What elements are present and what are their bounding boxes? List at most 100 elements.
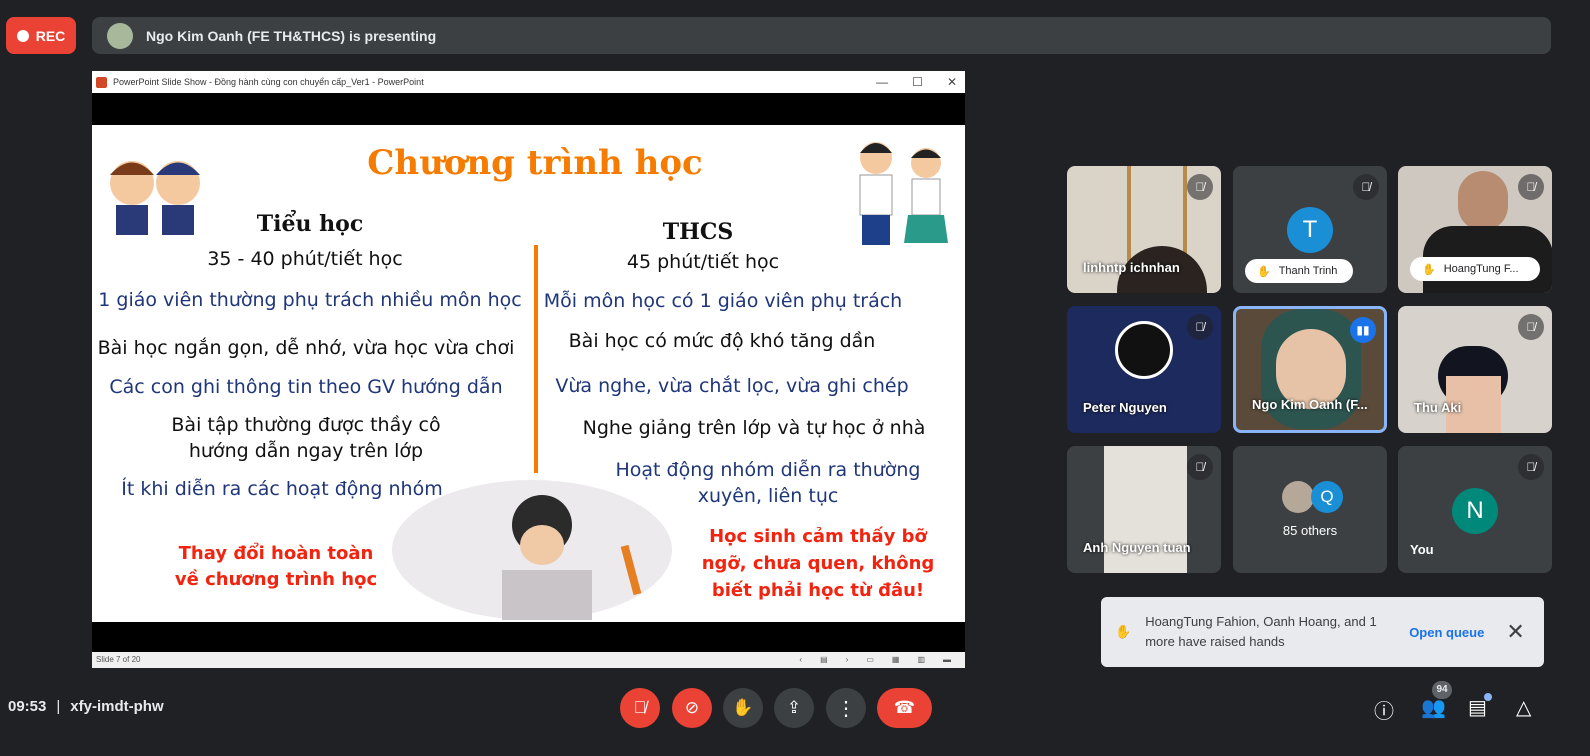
- presentation-window: PowerPoint Slide Show - Đồng hành cùng c…: [92, 71, 965, 668]
- hand-icon: ✋: [1422, 263, 1436, 276]
- sorter-view-icon[interactable]: ▦: [892, 655, 900, 665]
- people-count-badge: 94: [1432, 681, 1452, 699]
- raise-hand-button[interactable]: ✋: [723, 688, 763, 728]
- leave-call-button[interactable]: ☎: [877, 688, 932, 728]
- close-icon[interactable]: ✕: [1506, 619, 1524, 645]
- obs-logo: [1115, 321, 1173, 379]
- window-title: PowerPoint Slide Show - Đồng hành cùng c…: [113, 77, 424, 87]
- slide-menu-icon[interactable]: ▤: [820, 655, 828, 665]
- slide: Chương trình học Tiểu học 35 - 40 phút/t…: [92, 125, 965, 622]
- mic-off-button[interactable]: 🎙̸: [620, 688, 660, 728]
- notification-message: HoangTung Fahion, Oanh Hoang, and 1 more…: [1145, 614, 1377, 649]
- left-item: Các con ghi thông tin theo GV hướng dẫn: [109, 376, 503, 398]
- participant-tile[interactable]: 🎙̸ Thu Aki: [1398, 306, 1552, 433]
- participant-tile[interactable]: 🎙̸ linhntp ichnhan: [1067, 166, 1221, 293]
- participant-name: Thanh Trinh: [1278, 265, 1338, 277]
- ppt-status-bar: Slide 7 of 20 ‹ ▤ › ▭ ▦ ▥ ▬: [92, 652, 965, 668]
- raised-hand-badge: ✋ Thanh Trinh: [1245, 259, 1353, 283]
- presenting-banner: Ngo Kim Oanh (FE TH&THCS) is presenting: [92, 17, 1551, 54]
- left-item: 1 giáo viên thường phụ trách nhiều môn h…: [98, 289, 522, 311]
- participant-name: Anh Nguyen tuan: [1083, 540, 1191, 555]
- left-conclusion: Thay đổi hoàn toàn: [178, 543, 374, 564]
- reading-view-icon[interactable]: ▥: [917, 655, 925, 665]
- mic-off-icon: 🎙̸: [1187, 454, 1213, 480]
- chat-unread-dot: [1484, 693, 1492, 701]
- close-button[interactable]: ✕: [947, 75, 957, 89]
- prev-slide-icon[interactable]: ‹: [799, 655, 802, 665]
- avatar: N: [1452, 488, 1498, 534]
- participant-name: Thu Aki: [1414, 400, 1462, 415]
- speaking-indicator-icon: ▮▮: [1350, 317, 1376, 343]
- students-illustration-right: [859, 142, 948, 245]
- hand-icon: ✋: [1257, 265, 1271, 278]
- presenting-text: Ngo Kim Oanh (FE TH&THCS) is presenting: [146, 27, 437, 44]
- participant-tile[interactable]: 🎙̸ ✋ HoangTung F...: [1398, 166, 1552, 293]
- mic-off-icon: 🎙̸: [1187, 174, 1213, 200]
- right-heading: THCS: [662, 219, 734, 245]
- participant-tile[interactable]: 🎙̸ Peter Nguyen: [1067, 306, 1221, 433]
- camera-off-button[interactable]: ⊘: [672, 688, 712, 728]
- slideshow-view-icon[interactable]: ▬: [943, 655, 951, 665]
- right-item: Nghe giảng trên lớp và tự học ở nhà: [582, 417, 926, 439]
- activities-icon[interactable]: △: [1516, 695, 1531, 720]
- recording-indicator[interactable]: REC: [6, 17, 76, 54]
- participant-name: linhntp ichnhan: [1083, 260, 1180, 275]
- meeting-details: 09:53 | xfy-imdt-phw: [8, 698, 164, 715]
- right-conclusion: biết phải học từ đâu!: [711, 580, 925, 601]
- boy-studying-image: [392, 480, 672, 620]
- right-conclusion: Học sinh cảm thấy bỡ: [709, 526, 927, 547]
- right-item: xuyên, liên tục: [697, 485, 839, 507]
- right-duration: 45 phút/tiết học: [626, 251, 780, 273]
- more-options-button[interactable]: ⋮: [826, 688, 866, 728]
- minimize-button[interactable]: —: [876, 75, 888, 89]
- left-item: Bài học ngắn gọn, dễ nhớ, vừa học vừa ch…: [97, 337, 515, 359]
- participant-name: You: [1410, 542, 1434, 557]
- left-item: Bài tập thường được thầy cô: [171, 414, 441, 436]
- clock: 09:53: [8, 698, 47, 715]
- participant-name: Ngo Kim Oanh (F...: [1252, 397, 1368, 412]
- avatar: T: [1287, 207, 1333, 253]
- right-item: Bài học có mức độ khó tăng dần: [568, 330, 876, 352]
- others-tile[interactable]: Q 85 others: [1233, 446, 1387, 573]
- raised-hands-notification: ✋ HoangTung Fahion, Oanh Hoang, and 1 mor…: [1101, 597, 1544, 667]
- next-slide-icon[interactable]: ›: [846, 655, 849, 665]
- hand-icon: ✋: [1115, 624, 1132, 639]
- participant-tile[interactable]: ▮▮ Ngo Kim Oanh (F...: [1233, 306, 1387, 433]
- left-duration: 35 - 40 phút/tiết học: [207, 248, 403, 270]
- others-count: 85 others: [1282, 523, 1338, 538]
- raised-hand-badge: ✋ HoangTung F...: [1410, 257, 1540, 281]
- participant-tile[interactable]: 🎙̸ T ✋ Thanh Trinh: [1233, 166, 1387, 293]
- participant-name: Peter Nguyen: [1083, 400, 1167, 415]
- mic-off-icon: 🎙̸: [1187, 314, 1213, 340]
- right-item: Mỗi môn học có 1 giáo viên phụ trách: [543, 290, 903, 312]
- mic-off-icon: 🎙̸: [1518, 174, 1544, 200]
- right-conclusion: ngỡ, chưa quen, không: [701, 553, 935, 574]
- meeting-code: xfy-imdt-phw: [70, 698, 164, 715]
- self-tile[interactable]: 🎙̸ N You: [1398, 446, 1552, 573]
- divider-line: [534, 245, 538, 473]
- avatar: Q: [1311, 481, 1343, 513]
- mic-off-icon: 🎙̸: [1518, 314, 1544, 340]
- mic-off-icon: 🎙̸: [1353, 174, 1379, 200]
- kids-illustration-left: [110, 161, 200, 235]
- mic-off-icon: 🎙̸: [1518, 454, 1544, 480]
- presenter-avatar: [107, 22, 133, 49]
- left-heading: Tiểu học: [256, 211, 364, 237]
- record-dot-icon: [16, 29, 29, 42]
- slide-counter: Slide 7 of 20: [96, 655, 141, 664]
- right-item: Vừa nghe, vừa chắt lọc, vừa ghi chép: [555, 375, 909, 397]
- left-conclusion: về chương trình học: [174, 569, 378, 590]
- maximize-button[interactable]: ☐: [912, 75, 923, 89]
- open-queue-button[interactable]: Open queue: [1409, 625, 1484, 640]
- ppt-title-bar: PowerPoint Slide Show - Đồng hành cùng c…: [92, 71, 965, 93]
- slide-title: Chương trình học: [367, 143, 703, 183]
- normal-view-icon[interactable]: ▭: [866, 655, 874, 665]
- powerpoint-icon: [96, 76, 107, 88]
- separator: |: [56, 698, 61, 715]
- info-icon[interactable]: ⓘ: [1374, 695, 1394, 724]
- rec-label: REC: [35, 27, 66, 44]
- present-button[interactable]: ⇪: [774, 688, 814, 728]
- left-item: hướng dẫn ngay trên lớp: [188, 440, 424, 462]
- participant-tile[interactable]: 🎙̸ Anh Nguyen tuan: [1067, 446, 1221, 573]
- participant-name: HoangTung F...: [1443, 263, 1519, 275]
